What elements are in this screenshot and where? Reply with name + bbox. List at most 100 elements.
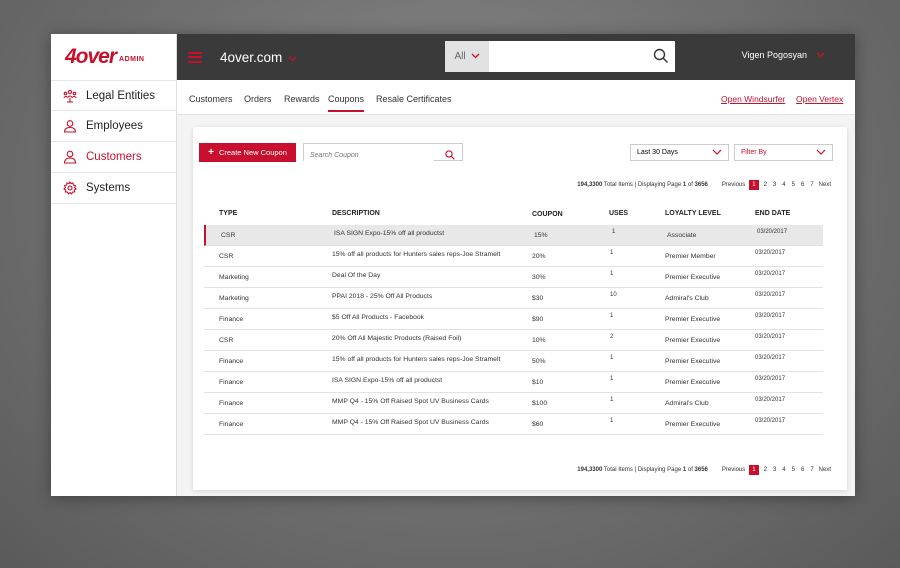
page-link[interactable]: 6 xyxy=(801,467,804,473)
table-row[interactable]: Finance $5 Off All Products - Facebook $… xyxy=(204,309,823,330)
cell-coupon: $100 xyxy=(532,400,548,407)
global-search: All xyxy=(445,41,675,72)
search-scope-select[interactable]: All xyxy=(445,41,489,72)
sidebar-item-employees[interactable]: Employees xyxy=(51,111,176,142)
date-range-dropdown[interactable]: Last 30 Days xyxy=(630,144,729,161)
coupon-search-input[interactable] xyxy=(304,147,434,164)
cell-coupon: $30 xyxy=(532,295,544,302)
cell-coupon: $10 xyxy=(532,379,544,386)
page-link[interactable]: 2 xyxy=(764,467,767,473)
search-icon[interactable] xyxy=(653,48,669,64)
cell-coupon: $60 xyxy=(532,421,544,428)
total-pages: 3656 xyxy=(694,182,708,188)
page-link[interactable]: 7 xyxy=(810,467,813,473)
next-page-link[interactable]: Next xyxy=(819,467,831,473)
search-icon[interactable] xyxy=(445,147,455,160)
previous-page-link[interactable]: Previous xyxy=(722,467,745,473)
cell-uses: 1 xyxy=(610,250,614,256)
tab-resale-certificates[interactable]: Resale Certificates xyxy=(376,94,452,110)
column-header-uses[interactable]: USES xyxy=(609,210,628,217)
column-header-description[interactable]: DESCRIPTION xyxy=(332,210,380,217)
table-row[interactable]: CSR ISA SIGN Expo-15% off all productst … xyxy=(204,225,823,246)
hamburger-menu-icon[interactable] xyxy=(188,49,202,65)
page-link[interactable]: 6 xyxy=(801,182,804,188)
page-link[interactable]: 1 xyxy=(749,180,759,190)
cell-description: $5 Off All Products - Facebook xyxy=(332,314,425,321)
sidebar-item-systems[interactable]: Systems xyxy=(51,173,176,204)
page-link[interactable]: 1 xyxy=(749,465,759,475)
page-link[interactable]: 5 xyxy=(792,182,795,188)
create-coupon-label: Create New Coupon xyxy=(218,148,287,157)
cell-uses: 1 xyxy=(610,418,614,424)
cell-uses: 1 xyxy=(610,271,614,277)
sidebar-item-label: Employees xyxy=(86,120,143,132)
create-coupon-button[interactable]: + Create New Coupon xyxy=(199,143,296,162)
cell-end-date: 03/20/2017 xyxy=(755,418,786,424)
sidebar-item-legal-entities[interactable]: Legal Entities xyxy=(51,80,176,111)
page-link[interactable]: 7 xyxy=(810,182,813,188)
sidebar-item-label: Legal Entities xyxy=(86,89,156,102)
table-row[interactable]: Marketing Deal Of the Day 30% 1 Premier … xyxy=(204,267,823,288)
page-link[interactable]: 4 xyxy=(782,467,785,473)
of-label: of xyxy=(687,182,693,188)
cell-description: MMP Q4 - 15% Off Raised Spot UV Business… xyxy=(332,398,489,405)
cell-type: CSR xyxy=(221,232,236,239)
cell-uses: 1 xyxy=(610,355,614,361)
table-row[interactable]: Finance MMP Q4 - 15% Off Raised Spot UV … xyxy=(204,393,823,414)
logo-text: 4over xyxy=(65,45,117,68)
page-link[interactable]: 4 xyxy=(782,182,785,188)
cell-type: Marketing xyxy=(219,274,249,281)
table-row[interactable]: Finance 15% off all products for Hunters… xyxy=(204,351,823,372)
cell-coupon: $90 xyxy=(532,316,544,323)
cell-coupon: 50% xyxy=(532,358,546,365)
separator: | xyxy=(634,182,637,188)
tab-orders[interactable]: Orders xyxy=(244,94,272,110)
table-row[interactable]: Finance ISA SIGN Expo-15% off all produc… xyxy=(204,372,823,393)
sidebar-item-customers[interactable]: Customers xyxy=(51,142,176,173)
cell-coupon: 10% xyxy=(532,337,546,344)
previous-page-link[interactable]: Previous xyxy=(722,182,745,188)
cell-loyalty-level: Admiral's Club xyxy=(665,400,709,407)
global-search-input[interactable] xyxy=(489,41,675,72)
page-link[interactable]: 3 xyxy=(773,182,776,188)
cell-description: 20% Off All Majestic Products (Raised Fo… xyxy=(332,335,462,342)
sub-navigation: Customers Orders Rewards Coupons Resale … xyxy=(177,80,855,115)
page-link[interactable]: 2 xyxy=(764,182,767,188)
column-header-loyalty-level[interactable]: LOYALTY LEVEL xyxy=(665,210,721,217)
cell-uses: 1 xyxy=(612,229,616,235)
table-row[interactable]: Marketing PPAI 2018 - 25% Off All Produc… xyxy=(204,288,823,309)
separator: | xyxy=(634,467,637,473)
cell-type: Finance xyxy=(219,358,244,365)
next-page-link[interactable]: Next xyxy=(819,182,831,188)
cell-end-date: 03/20/2017 xyxy=(755,355,786,361)
table-row[interactable]: Finance MMP Q4 - 15% Off Raised Spot UV … xyxy=(204,414,823,435)
column-header-type[interactable]: TYPE xyxy=(219,210,237,217)
user-name: Vigen Pogosyan xyxy=(741,50,807,60)
page-link[interactable]: 5 xyxy=(792,467,795,473)
site-switcher[interactable]: 4over.com xyxy=(220,50,297,65)
tab-customers[interactable]: Customers xyxy=(189,94,233,110)
table-row[interactable]: CSR 15% off all products for Hunters sal… xyxy=(204,246,823,267)
page-link[interactable]: 3 xyxy=(773,467,776,473)
column-header-end-date[interactable]: END DATE xyxy=(755,210,790,217)
user-menu[interactable]: Vigen Pogosyan xyxy=(742,50,825,60)
open-windsurfer-link[interactable]: Open Windsurfer xyxy=(721,94,785,104)
filter-by-label: Filter By xyxy=(741,149,767,156)
table-row[interactable]: CSR 20% Off All Majestic Products (Raise… xyxy=(204,330,823,351)
cell-uses: 2 xyxy=(610,334,614,340)
logo[interactable]: 4over ADMIN xyxy=(51,34,176,80)
cell-description: ISA SIGN Expo-15% off all productst xyxy=(334,230,445,237)
user-icon xyxy=(63,119,77,133)
cell-end-date: 03/20/2017 xyxy=(755,397,786,403)
chevron-down-icon xyxy=(471,51,480,62)
pagination-bottom: 194,3300 Total Items | Displaying Page 1… xyxy=(577,465,833,475)
filter-by-dropdown[interactable]: Filter By xyxy=(734,144,833,161)
cell-type: Finance xyxy=(219,316,244,323)
tab-rewards[interactable]: Rewards xyxy=(284,94,320,110)
current-page: 1 xyxy=(682,467,687,473)
column-header-coupon[interactable]: COUPON xyxy=(532,211,563,218)
cell-uses: 1 xyxy=(610,397,614,403)
cell-end-date: 03/20/2017 xyxy=(755,334,786,340)
open-vertex-link[interactable]: Open Vertex xyxy=(796,94,843,104)
tab-coupons[interactable]: Coupons xyxy=(328,94,365,112)
